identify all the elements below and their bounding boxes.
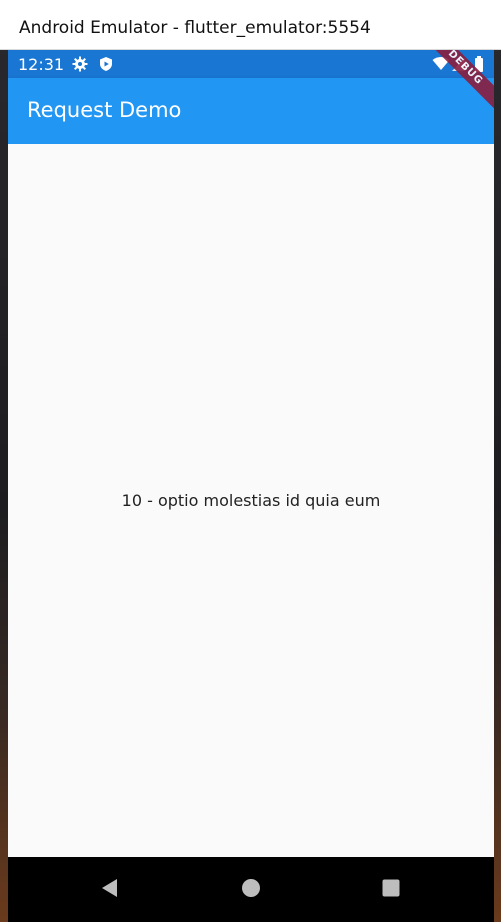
status-bar: 12:31 <box>8 50 494 78</box>
recents-icon[interactable] <box>378 875 404 901</box>
window-titlebar[interactable]: Android Emulator - flutter_emulator:5554 <box>0 0 501 50</box>
content-area: 10 - optio molestias id quia eum <box>8 144 494 857</box>
status-time: 12:31 <box>18 55 65 74</box>
window-title: Android Emulator - flutter_emulator:5554 <box>19 18 371 38</box>
post-text: 10 - optio molestias id quia eum <box>121 491 381 510</box>
device-screen: 12:31 Request Demo 10 - optio molestias … <box>8 50 494 922</box>
gear-icon <box>72 56 88 72</box>
navigation-bar <box>8 857 494 922</box>
emulator-window: Android Emulator - flutter_emulator:5554… <box>0 0 501 922</box>
app-bar: Request Demo <box>8 78 494 144</box>
back-icon[interactable] <box>97 875 123 901</box>
play-protect-icon <box>98 56 114 72</box>
home-icon[interactable] <box>238 875 264 901</box>
window-right-edge <box>494 50 501 922</box>
page-title: Request Demo <box>27 98 182 122</box>
